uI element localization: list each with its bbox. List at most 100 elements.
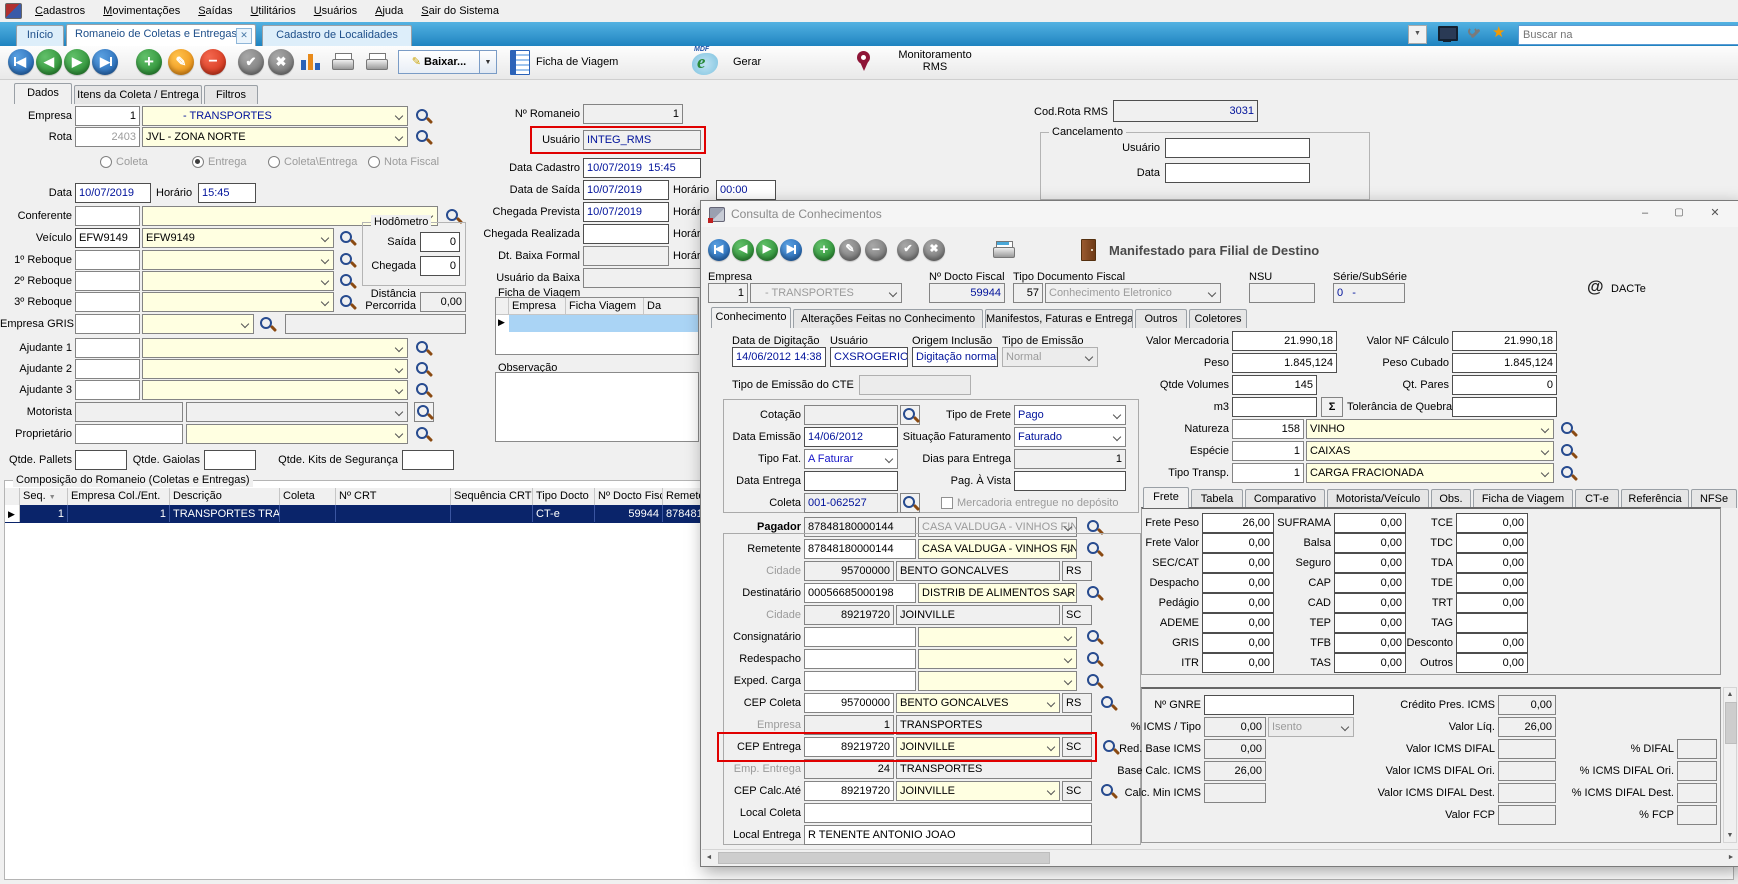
chegada-realizada-field[interactable] — [583, 224, 669, 244]
frete-r5-v3[interactable] — [1456, 613, 1528, 633]
nav-next-button[interactable]: ▶ — [64, 49, 90, 75]
cep-calc-cep[interactable]: 89219720 — [804, 781, 894, 801]
tab-close-icon[interactable]: ✕ — [236, 28, 252, 44]
dacte-at-icon[interactable]: @ — [1587, 277, 1604, 297]
frete-tab-obs[interactable]: Obs. — [1431, 489, 1471, 508]
chart-icon[interactable] — [300, 52, 322, 72]
redespacho-combo[interactable] — [918, 649, 1077, 669]
especie-search-icon[interactable] — [1559, 442, 1577, 460]
monitoramento-pin-icon[interactable] — [856, 51, 872, 73]
sigma-button[interactable]: Σ — [1321, 397, 1343, 417]
form-tab-filtros[interactable]: Filtros — [204, 85, 258, 104]
empresa-code-field[interactable]: 1 — [75, 106, 140, 126]
veiculo-combo[interactable]: EFW9149 — [142, 228, 334, 248]
natureza-search-icon[interactable] — [1559, 420, 1577, 438]
cep-coleta-combo[interactable]: BENTO GONCALVES — [896, 693, 1060, 713]
dialog-cancel-button[interactable]: ✖ — [923, 239, 945, 261]
radio-coleta[interactable] — [100, 156, 112, 168]
proprietario-combo[interactable] — [186, 424, 408, 444]
valor-mercadoria-field[interactable]: 21.990,18 — [1232, 331, 1337, 351]
gerar-label[interactable]: Gerar — [733, 52, 761, 72]
empresa-gris-code-field[interactable] — [75, 314, 140, 334]
frete-tab-cte[interactable]: CT-e — [1575, 489, 1619, 508]
hodometro-saida-field[interactable]: 0 — [420, 232, 460, 252]
grid-col-coleta[interactable]: Coleta — [280, 488, 336, 505]
dialog-add-button[interactable]: + — [813, 239, 835, 261]
frete-tab-motorista[interactable]: Motorista/Veículo — [1327, 489, 1429, 508]
frete-tab-frete[interactable]: Frete — [1143, 487, 1189, 508]
frete-r7-v3[interactable]: 0,00 — [1456, 653, 1528, 673]
ajudante3-combo[interactable] — [142, 380, 408, 400]
menu-movimentacoes[interactable]: Movimentações — [94, 0, 189, 22]
grid-col-seq[interactable]: Seq. ▼ — [20, 488, 68, 505]
cep-calc-combo[interactable]: JOINVILLE — [896, 781, 1060, 801]
radio-coleta-entrega[interactable] — [268, 156, 280, 168]
empresa-gris-combo[interactable] — [142, 314, 254, 334]
dialog-edit-button[interactable]: ✎ — [839, 239, 861, 261]
proprietario-search-icon[interactable] — [414, 425, 432, 443]
ficha-grid-col-ficha[interactable]: Ficha Viagem — [566, 298, 644, 315]
tools-icon[interactable] — [1468, 27, 1481, 40]
especie-code[interactable]: 1 — [1232, 441, 1304, 461]
natureza-combo[interactable]: VINHO — [1306, 419, 1554, 439]
remetente-combo[interactable]: CASA VALDUGA - VINHOS FIN — [918, 539, 1077, 559]
ajudante1-combo[interactable] — [142, 338, 408, 358]
consignatario-combo[interactable] — [918, 627, 1077, 647]
dialog-print-icon[interactable] — [993, 241, 1015, 260]
grid-col-docto[interactable]: Nº Docto Fiscal — [595, 488, 663, 505]
monitor-icon[interactable] — [1438, 26, 1458, 41]
ajudante2-code-field[interactable] — [75, 359, 140, 379]
ficha-viagem-label[interactable]: Ficha de Viagem — [536, 52, 618, 72]
radio-nota-fiscal[interactable] — [368, 156, 380, 168]
data-field[interactable]: 10/07/2019 — [75, 183, 151, 203]
form-tab-itens[interactable]: Itens da Coleta / Entrega — [74, 85, 202, 104]
data-entrega-field[interactable] — [804, 471, 898, 491]
mdfe-gerar-icon[interactable]: eMDF — [688, 48, 724, 76]
qtde-volumes-field[interactable]: 145 — [1232, 375, 1317, 395]
frete-r3-v3[interactable]: 0,00 — [1456, 573, 1528, 593]
dialog-nav-first-button[interactable]: ◀ — [708, 239, 730, 261]
pag-vista-field[interactable] — [1014, 471, 1126, 491]
dlg-tab-manifestos[interactable]: Manifestos, Faturas e Entrega — [985, 309, 1133, 328]
empresa-gris-search-icon[interactable] — [258, 315, 276, 333]
ajudante1-code-field[interactable] — [75, 338, 140, 358]
proprietario-code-field[interactable] — [75, 424, 183, 444]
dialog-titlebar[interactable]: Consulta de Conhecimentos – ▢ ✕ — [701, 201, 1738, 227]
edit-button[interactable]: ✎ — [168, 49, 194, 75]
dacte-label[interactable]: DACTe — [1611, 279, 1646, 299]
coleta-search-button[interactable] — [900, 493, 920, 513]
especie-combo[interactable]: CAIXAS — [1306, 441, 1554, 461]
scroll-right-icon[interactable]: ► — [1724, 851, 1738, 863]
data-saida-field[interactable]: 10/07/2019 — [583, 180, 669, 200]
dialog-hscrollbar[interactable]: ◄ ► — [702, 849, 1738, 864]
data-emissao-field[interactable]: 14/06/2012 — [804, 427, 898, 447]
grid-col-crt[interactable]: Nº CRT — [336, 488, 451, 505]
frete-tab-comparativo[interactable]: Comparativo — [1245, 489, 1325, 508]
qt-pares-field[interactable]: 0 — [1452, 375, 1557, 395]
nav-last-button[interactable]: ▶ — [92, 49, 118, 75]
monitoramento-label-line2[interactable]: RMS — [880, 57, 990, 77]
menu-saidas[interactable]: Saídas — [189, 0, 241, 22]
ficha-viagem-icon[interactable] — [510, 50, 530, 75]
favorites-star-icon[interactable]: ★ — [1492, 23, 1505, 41]
tipo-frete-combo[interactable]: Pago — [1014, 405, 1126, 425]
dialog-nav-prev-button[interactable]: ◀ — [732, 239, 754, 261]
veiculo-code-field[interactable]: EFW9149 — [75, 228, 140, 248]
frete-r6-v3[interactable]: 0,00 — [1456, 633, 1528, 653]
dlg-tab-conhecimento[interactable]: Conhecimento — [711, 307, 791, 328]
exped-combo[interactable] — [918, 671, 1077, 691]
radio-entrega[interactable] — [192, 156, 204, 168]
baixar-button[interactable]: ✎ Baixar... — [398, 50, 480, 74]
confirm-button[interactable]: ✔ — [238, 49, 264, 75]
reboque3-code-field[interactable] — [75, 292, 140, 312]
dialog-maximize-button[interactable]: ▢ — [1663, 201, 1695, 226]
tab-romaneio[interactable]: Romaneio de Coletas e Entregas — [66, 24, 256, 46]
ajudante2-combo[interactable] — [142, 359, 408, 379]
empresa-search-icon[interactable] — [414, 107, 432, 125]
form-tab-dados[interactable]: Dados — [14, 83, 72, 104]
frete-r1-v3[interactable]: 0,00 — [1456, 533, 1528, 553]
reboque2-combo[interactable] — [142, 271, 334, 291]
hodometro-chegada-field[interactable]: 0 — [420, 256, 460, 276]
menu-utilitarios[interactable]: Utilitários — [241, 0, 304, 22]
rota-code-field[interactable]: 2403 — [75, 127, 140, 147]
